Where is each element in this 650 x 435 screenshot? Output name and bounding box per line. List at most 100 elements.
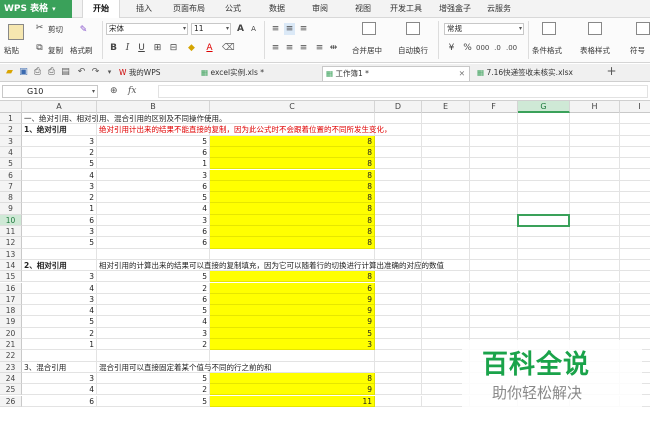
row-header[interactable]: 21: [0, 339, 22, 351]
cell-c25[interactable]: 9: [210, 384, 375, 396]
cell-c4[interactable]: 8: [210, 146, 375, 159]
cell-f17[interactable]: [470, 293, 518, 306]
cell-c26[interactable]: 11: [210, 395, 375, 407]
menu-view[interactable]: 视图: [348, 0, 378, 18]
cell-f14[interactable]: [470, 259, 518, 272]
cell-f16[interactable]: [470, 282, 518, 294]
row-header[interactable]: 24: [0, 372, 22, 385]
cell-d7[interactable]: [375, 180, 422, 193]
cell-d19[interactable]: [375, 316, 422, 328]
row-header[interactable]: 6: [0, 169, 22, 181]
cell-g20[interactable]: [518, 327, 570, 339]
cell-h11[interactable]: [570, 226, 620, 238]
cell-d22[interactable]: [375, 350, 422, 362]
chevron-down-icon[interactable]: ▾: [104, 67, 115, 78]
column-header-c[interactable]: C: [210, 101, 375, 113]
cell-f7[interactable]: [470, 180, 518, 193]
border-icon[interactable]: ⊞: [152, 42, 163, 54]
cell-e6[interactable]: [422, 169, 470, 181]
cell-i13[interactable]: [620, 249, 650, 260]
cell-f9[interactable]: [470, 203, 518, 215]
cell-e10[interactable]: [422, 214, 470, 226]
cell-a16[interactable]: 4: [22, 282, 97, 294]
cell-g3[interactable]: [518, 135, 570, 147]
cell-g2[interactable]: [518, 124, 570, 136]
percent-icon[interactable]: %: [462, 42, 473, 54]
decrease-font-icon[interactable]: A: [248, 23, 259, 35]
cell-b4[interactable]: 6: [97, 146, 210, 159]
paste-icon[interactable]: [8, 24, 24, 40]
cell-i3[interactable]: [620, 136, 650, 147]
column-header-h[interactable]: H: [570, 101, 620, 113]
cell-b23[interactable]: [97, 361, 210, 373]
cell-a22[interactable]: [22, 350, 97, 362]
copy-button[interactable]: 复制: [48, 45, 63, 56]
cell-c10[interactable]: 8: [210, 214, 375, 226]
cell-h18[interactable]: [570, 305, 620, 317]
close-icon[interactable]: ✕: [459, 67, 465, 81]
cell-b20[interactable]: 3: [97, 327, 210, 339]
cell-f6[interactable]: [470, 169, 518, 181]
cell-h20[interactable]: [570, 327, 620, 339]
cell-b21[interactable]: 2: [97, 339, 210, 351]
row-header[interactable]: 17: [0, 293, 22, 306]
row-header[interactable]: 3: [0, 135, 22, 147]
font-name-select[interactable]: 宋体 ▾: [106, 23, 188, 35]
cell-d17[interactable]: [375, 293, 422, 306]
cell-d24[interactable]: [375, 372, 422, 385]
cell-i17[interactable]: [620, 294, 650, 306]
merge-center-button[interactable]: 合并居中: [352, 45, 382, 56]
cell-h19[interactable]: [570, 316, 620, 328]
row-header[interactable]: 12: [0, 237, 22, 249]
cell-i4[interactable]: [620, 147, 650, 159]
cell-b26[interactable]: 5: [97, 395, 210, 407]
cell-i9[interactable]: [620, 203, 650, 215]
cell-g11[interactable]: [518, 226, 570, 238]
cell-d25[interactable]: [375, 384, 422, 396]
cell-f19[interactable]: [470, 316, 518, 328]
column-header-d[interactable]: D: [375, 101, 422, 113]
cell-b11[interactable]: 6: [97, 226, 210, 238]
cell-d8[interactable]: [375, 192, 422, 204]
cell-e8[interactable]: [422, 192, 470, 204]
justify-icon[interactable]: ≡: [314, 42, 325, 54]
cell-c7[interactable]: 8: [210, 180, 375, 193]
cell-d20[interactable]: [375, 327, 422, 339]
cell-h12[interactable]: [570, 237, 620, 249]
cell-g18[interactable]: [518, 305, 570, 317]
save-icon[interactable]: ▣: [18, 67, 29, 78]
row-header[interactable]: 23: [0, 361, 22, 373]
symbol-icon[interactable]: [636, 22, 650, 35]
cell-h6[interactable]: [570, 169, 620, 181]
align-center-icon[interactable]: ≡: [284, 42, 295, 54]
italic-icon[interactable]: I: [122, 42, 133, 54]
cell-d10[interactable]: [375, 214, 422, 226]
cell-h16[interactable]: [570, 282, 620, 294]
cell-e9[interactable]: [422, 203, 470, 215]
cut-button[interactable]: 剪切: [48, 24, 63, 35]
cell-d13[interactable]: [375, 248, 422, 260]
folder-icon[interactable]: ▰: [4, 67, 15, 78]
cell-h9[interactable]: [570, 203, 620, 215]
clear-format-icon[interactable]: ⌫: [222, 42, 235, 54]
cell-d15[interactable]: [375, 271, 422, 283]
tab-workbook1[interactable]: ▦ 工作簿1 * ✕: [322, 66, 470, 81]
cell-h5[interactable]: [570, 158, 620, 170]
increase-font-icon[interactable]: A: [235, 23, 246, 35]
menu-review[interactable]: 审阅: [305, 0, 335, 18]
cell-i14[interactable]: [620, 260, 650, 272]
cell-b5[interactable]: 1: [97, 158, 210, 170]
cell-h8[interactable]: [570, 192, 620, 204]
cell-c18[interactable]: 9: [210, 305, 375, 317]
table-style-button[interactable]: 表格样式: [580, 45, 610, 56]
menu-enhance-box[interactable]: 增强盒子: [434, 0, 476, 18]
cell-f5[interactable]: [470, 158, 518, 170]
menu-home[interactable]: 开始: [82, 0, 120, 18]
cell-i1[interactable]: [620, 113, 650, 125]
cell-a6[interactable]: 4: [22, 169, 97, 181]
cell-g13[interactable]: [518, 248, 570, 260]
cell-a15[interactable]: 3: [22, 271, 97, 283]
export-icon[interactable]: ▤: [60, 67, 71, 78]
row-header[interactable]: 20: [0, 327, 22, 339]
print-preview-icon[interactable]: ⎙: [32, 67, 43, 78]
